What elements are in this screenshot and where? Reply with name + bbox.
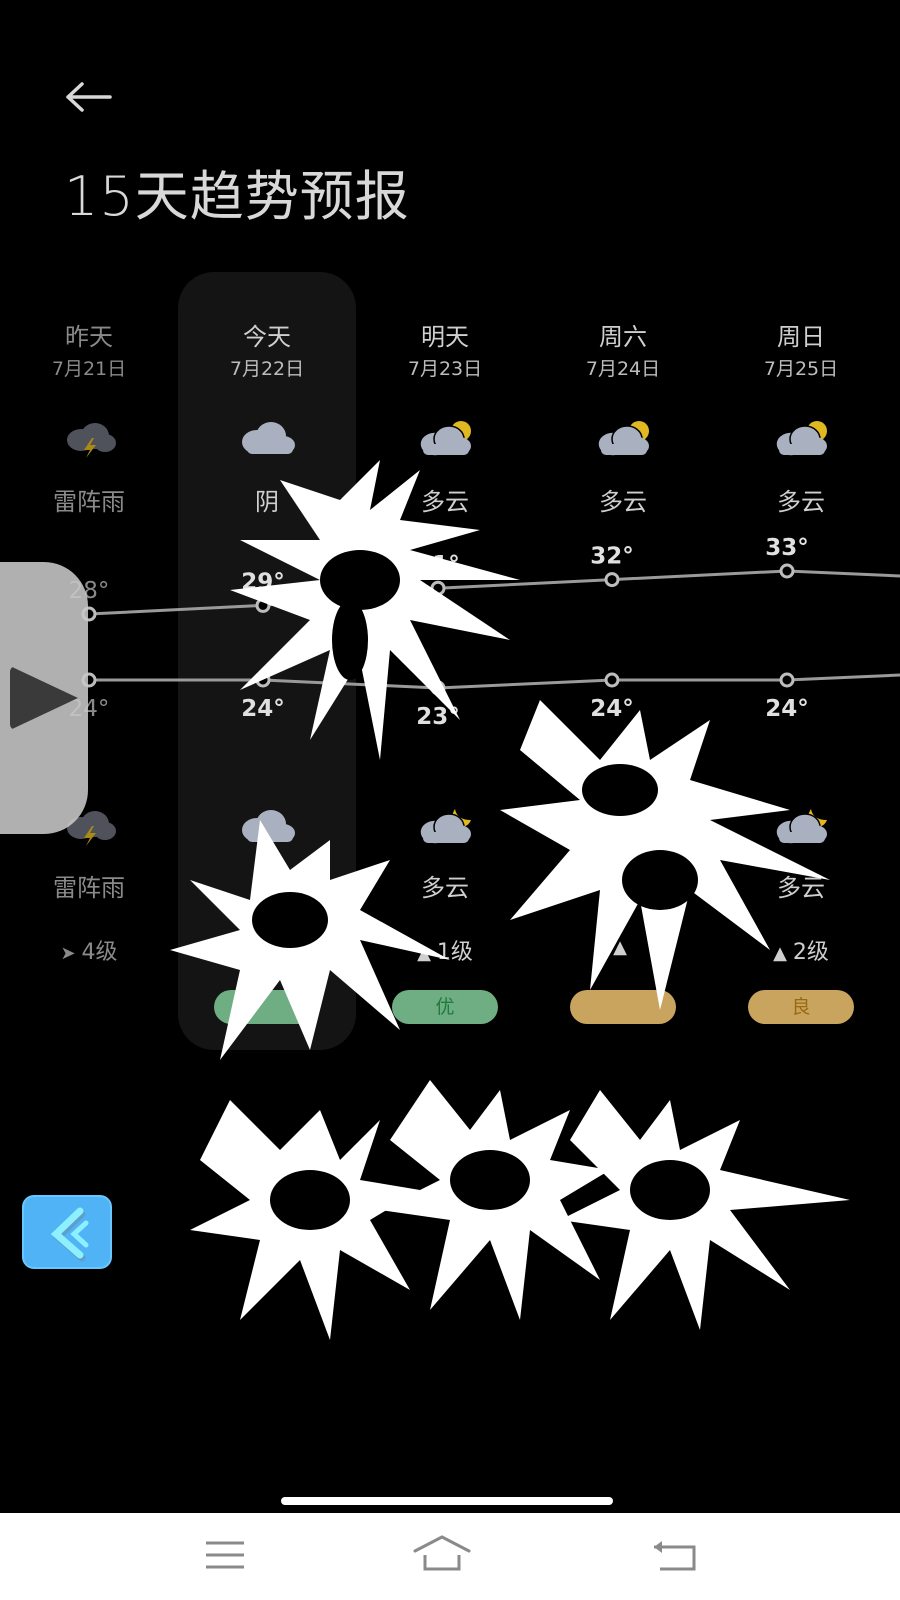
aqi-badge [214,990,320,1024]
wind-level: ➤ 4级 [0,934,178,966]
wind-value: 4级 [81,940,118,965]
back-icon [654,1541,696,1571]
play-icon [10,666,78,730]
night-condition: 多云 [777,874,825,902]
day-label: 明天 [421,323,469,351]
wind-direction-arrow-icon: ▲ [613,937,627,958]
high-temp-label: 31° [416,552,460,578]
day-condition: 雷阵雨 [53,488,125,516]
page-title: 15天趋势预报 [64,165,410,228]
aqi-badge: 优 [392,990,498,1024]
low-temp-label: 23° [416,704,460,730]
date-label: 7月23日 [407,358,483,380]
low-temp-label: 24° [241,696,285,722]
temperature-chart: 28° 29°31° 32° 33°24° 24° 23° 24° 24° [69,535,900,730]
high-temp-label: 29° [241,569,285,595]
wind-level: ▲ [534,934,712,959]
cloudy-icon [237,418,297,458]
day-label: 今天 [243,323,291,351]
forecast-day-column[interactable]: 明天 7月23日 多云 多云 ▲ 1级 优 [356,320,534,1024]
high-temp-point [255,597,271,613]
low-temp-point [255,672,271,688]
back-button[interactable] [60,78,120,118]
wind-value: 1级 [436,940,473,965]
forecast-day-column[interactable]: 昨天 7月21日 雷阵雨 雷阵雨 ➤ 4级 [0,320,178,965]
high-temp-label: 32° [590,544,634,570]
day-condition: 多云 [421,488,469,516]
forecast-day-column[interactable]: 周日 7月25日 多云 多云 ▲ 2级 良 [712,320,890,1024]
low-temp-point [430,680,446,696]
wind-direction-arrow-icon: ▲ [239,943,253,964]
low-temp-point [779,672,795,688]
date-label: 7月22日 [229,358,305,380]
date-label: 7月21日 [51,358,127,380]
low-temp-label: 24° [590,696,634,722]
wind-direction-arrow-icon: ▲ [773,943,787,964]
partly-cloudy-night-icon [593,806,653,846]
high-temp-point [779,563,795,579]
aqi-badge: 良 [748,990,854,1024]
day-condition: 多云 [777,488,825,516]
day-label: 周日 [777,323,825,351]
night-condition: 多云 [421,874,469,902]
day-label: 周六 [599,323,647,351]
wind-level: ▲ 1级 [356,934,534,966]
menu-button[interactable] [196,1533,256,1577]
wind-direction-arrow-icon: ➤ [60,943,76,964]
aqi-badge [570,990,676,1024]
system-navbar [0,1513,900,1600]
thunderstorm-icon [59,418,119,458]
high-temp-line [88,569,900,616]
double-chevron-left-icon [50,1207,89,1262]
home-indicator[interactable] [281,1497,613,1505]
forecast-day-column[interactable]: 周六 7月24日 多云 多云 ▲ [534,320,712,1024]
high-temp-point [604,572,620,588]
low-temp-line [89,673,900,690]
home-button[interactable] [412,1533,472,1577]
day-condition: 多云 [599,488,647,516]
wind-direction-arrow-icon: ▲ [417,943,431,964]
day-label: 昨天 [65,323,113,351]
forecast-day-column[interactable]: 今天 7月22日 阴 ▲ 1级 [178,320,356,1024]
wind-value: 2级 [792,940,829,965]
home-icon [413,1535,471,1571]
night-condition: 雷阵雨 [53,874,125,902]
low-temp-label: 24° [765,696,809,722]
day-condition: 阴 [255,488,279,516]
wind-level: ▲ 1级 [178,934,356,966]
back-nav-button[interactable] [646,1533,706,1577]
low-temp-point [604,672,620,688]
partly-cloudy-day-icon [415,418,475,458]
crack-overlay [190,1080,850,1340]
partly-cloudy-day-icon [593,418,653,458]
high-temp-point [430,580,446,596]
night-condition: 多云 [599,874,647,902]
date-label: 7月24日 [585,358,661,380]
date-label: 7月25日 [763,358,839,380]
wind-value: 1级 [258,940,295,965]
high-temp-label: 33° [765,535,809,561]
partly-cloudy-night-icon [771,806,831,846]
side-handle[interactable] [0,562,88,834]
partly-cloudy-day-icon [771,418,831,458]
partly-cloudy-night-icon [415,806,475,846]
arrow-left-icon [66,82,112,112]
wind-level: ▲ 2级 [712,934,890,966]
cloudy-icon [237,806,297,846]
floating-back-button[interactable] [22,1195,112,1269]
menu-icon [206,1541,244,1569]
